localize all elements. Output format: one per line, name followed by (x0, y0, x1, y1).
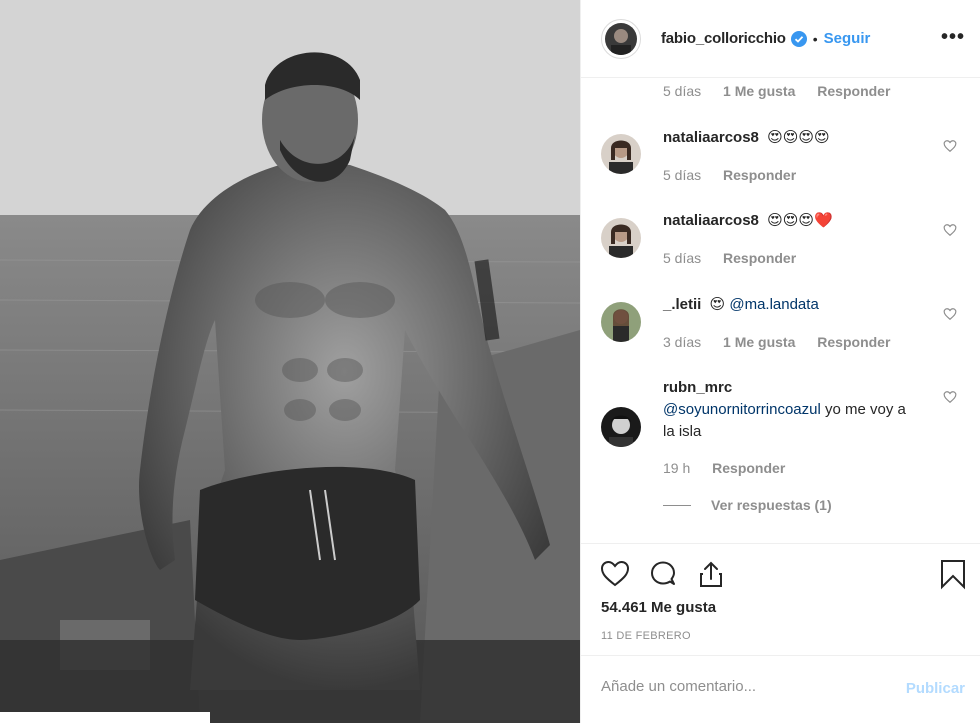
comment-meta: 5 días Responder (663, 250, 814, 266)
comment-meta: 3 días 1 Me gusta Responder (663, 334, 908, 350)
publish-button[interactable]: Publicar (906, 680, 965, 697)
comment-body: 😍 (709, 296, 726, 313)
bookmark-icon[interactable] (937, 558, 969, 590)
comment-likes[interactable]: 1 Me gusta (723, 83, 795, 99)
comment-composer: Publicar (581, 655, 980, 723)
comment-username[interactable]: nataliaarcos8 (663, 212, 759, 229)
post-image (0, 0, 580, 723)
replies-divider (663, 504, 691, 506)
comment-time: 5 días (663, 167, 702, 183)
comment-username[interactable]: nataliaarcos8 (663, 129, 759, 146)
comment-meta: 5 días 1 Me gusta Responder (663, 83, 908, 99)
comment-time: 5 días (663, 250, 702, 266)
comment-input[interactable] (601, 678, 891, 695)
post-photo[interactable] (0, 0, 580, 723)
commenter-avatar[interactable] (601, 134, 641, 174)
comment-username[interactable]: rubn_mrc (663, 377, 909, 399)
follow-button[interactable]: Seguir (824, 30, 871, 47)
heart-icon[interactable] (599, 558, 631, 590)
comment-time: 3 días (663, 334, 702, 350)
post-actions: 54.461 Me gusta 11 DE FEBRERO (581, 543, 980, 655)
author-avatar[interactable] (601, 18, 641, 59)
comment-likes[interactable]: 1 Me gusta (723, 334, 795, 350)
comment-text: nataliaarcos8 😍😍😍😍 (663, 127, 913, 149)
reply-button[interactable]: Responder (817, 83, 890, 99)
more-options-icon[interactable]: ••• (941, 27, 965, 47)
comment-text: rubn_mrc @soyunornitorrincoazul yo me vo… (663, 377, 913, 443)
comment-time: 5 días (663, 83, 702, 99)
verified-badge-icon (790, 30, 807, 47)
reply-button[interactable]: Responder (723, 167, 796, 183)
comment-body: 😍😍😍❤️ (767, 212, 833, 229)
view-replies-label: Ver respuestas (1) (711, 497, 832, 513)
view-replies-button[interactable]: Ver respuestas (1) (663, 497, 832, 513)
author-username[interactable]: fabio_colloricchio (661, 30, 786, 47)
comment-like-icon[interactable] (943, 223, 957, 237)
comment-mention[interactable]: @ma.landata (729, 296, 818, 313)
reply-button[interactable]: Responder (723, 250, 796, 266)
comment-meta: 19 h Responder (663, 460, 803, 476)
separator-dot: • (812, 30, 818, 47)
comment-meta: 5 días Responder (663, 167, 814, 183)
comment-like-icon[interactable] (943, 139, 957, 153)
reply-button[interactable]: Responder (817, 334, 890, 350)
comment-text: nataliaarcos8 😍😍😍❤️ (663, 210, 913, 232)
comment-username[interactable]: _.letii (663, 296, 701, 313)
comment-mention[interactable]: @soyunornitorrincoazul (663, 401, 821, 418)
likes-count[interactable]: 54.461 Me gusta (601, 599, 716, 616)
comment-like-icon[interactable] (943, 390, 957, 404)
reply-button[interactable]: Responder (712, 460, 785, 476)
comment-time: 19 h (663, 460, 691, 476)
post-panel: fabio_colloricchio • Seguir ••• 5 días 1… (580, 0, 980, 723)
comments-list[interactable]: 5 días 1 Me gusta Responder nataliaarcos… (581, 79, 980, 543)
comment-text: _.letii 😍 @ma.landata (663, 294, 913, 316)
commenter-avatar[interactable] (601, 302, 641, 342)
comment-icon[interactable] (647, 558, 679, 590)
commenter-avatar[interactable] (601, 218, 641, 258)
comment-body: 😍😍😍😍 (767, 129, 830, 146)
author-avatar-image (605, 22, 637, 55)
post-date: 11 DE FEBRERO (601, 630, 691, 642)
share-icon[interactable] (695, 558, 727, 590)
post-header: fabio_colloricchio • Seguir ••• (581, 0, 980, 78)
comment-like-icon[interactable] (943, 307, 957, 321)
commenter-avatar[interactable] (601, 407, 641, 447)
